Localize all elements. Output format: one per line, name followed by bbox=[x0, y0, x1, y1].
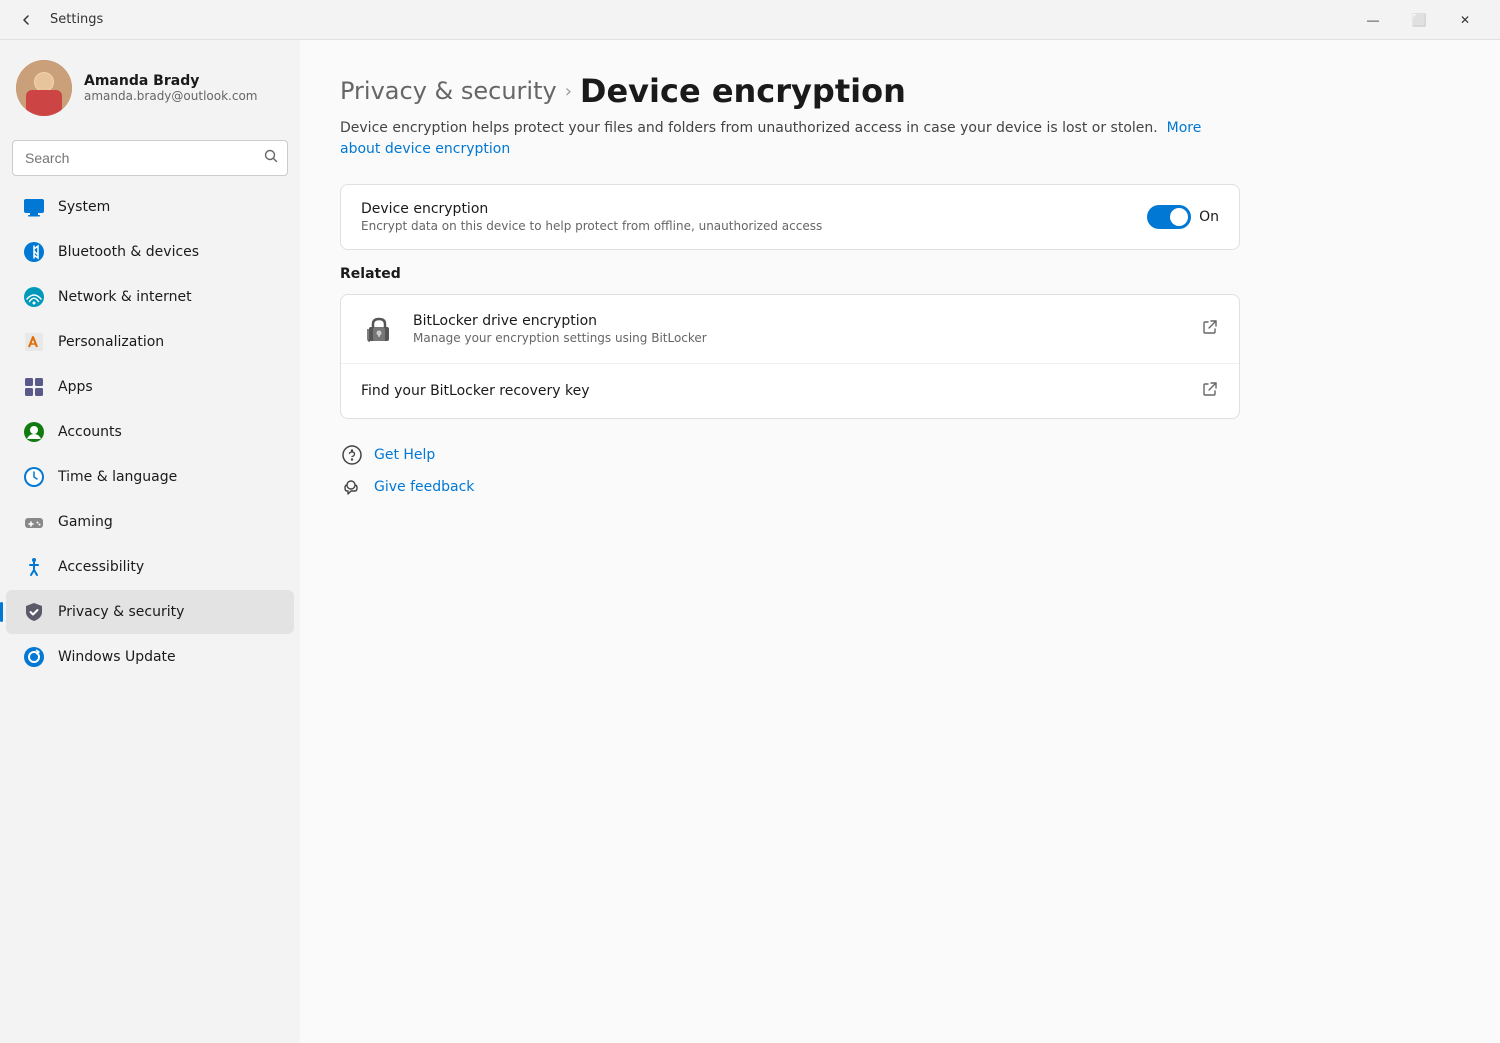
sidebar-item-accessibility[interactable]: Accessibility bbox=[6, 545, 294, 589]
bitlocker-external-icon bbox=[1201, 318, 1219, 340]
help-links: Get Help Give feedback bbox=[340, 443, 1460, 499]
setting-title: Device encryption bbox=[361, 201, 1147, 217]
app-title: Settings bbox=[50, 12, 1340, 27]
related-card: BitLocker drive encryption Manage your e… bbox=[340, 294, 1240, 419]
get-help-link[interactable]: Get Help bbox=[340, 443, 1460, 467]
sidebar-item-label: Time & language bbox=[58, 469, 177, 485]
sidebar-item-label: Personalization bbox=[58, 334, 164, 350]
breadcrumb: Privacy & security › Device encryption bbox=[340, 72, 1460, 110]
content-area: Privacy & security › Device encryption D… bbox=[300, 40, 1500, 1043]
sidebar-nav: System Bluetooth & devices bbox=[0, 184, 300, 680]
restore-button[interactable]: ⬜ bbox=[1396, 4, 1442, 36]
main-setting-card: Device encryption Encrypt data on this d… bbox=[340, 184, 1240, 250]
network-icon bbox=[22, 285, 46, 309]
avatar-image bbox=[16, 60, 72, 116]
search-box bbox=[12, 140, 288, 176]
minimize-button[interactable]: — bbox=[1350, 4, 1396, 36]
setting-description: Encrypt data on this device to help prot… bbox=[361, 219, 1147, 233]
accounts-icon bbox=[22, 420, 46, 444]
main-layout: Amanda Brady amanda.brady@outlook.com bbox=[0, 40, 1500, 1043]
avatar bbox=[16, 60, 72, 116]
page-description: Device encryption helps protect your fil… bbox=[340, 118, 1210, 160]
sidebar-item-label: Gaming bbox=[58, 514, 113, 530]
sidebar-item-update[interactable]: Windows Update bbox=[6, 635, 294, 679]
sidebar-item-gaming[interactable]: Gaming bbox=[6, 500, 294, 544]
sidebar-item-system[interactable]: System bbox=[6, 185, 294, 229]
sidebar-item-privacy[interactable]: Privacy & security bbox=[6, 590, 294, 634]
related-section-title: Related bbox=[340, 266, 1460, 282]
window-controls: — ⬜ ✕ bbox=[1350, 4, 1488, 36]
sidebar-item-label: Accessibility bbox=[58, 559, 144, 575]
bitlocker-icon bbox=[361, 311, 397, 347]
accessibility-icon bbox=[22, 555, 46, 579]
bitlocker-desc: Manage your encryption settings using Bi… bbox=[413, 331, 1201, 345]
close-button[interactable]: ✕ bbox=[1442, 4, 1488, 36]
recovery-key-row[interactable]: Find your BitLocker recovery key bbox=[341, 364, 1239, 418]
time-icon bbox=[22, 465, 46, 489]
sidebar-item-personalization[interactable]: Personalization bbox=[6, 320, 294, 364]
sidebar-item-network[interactable]: Network & internet bbox=[6, 275, 294, 319]
user-name: Amanda Brady bbox=[84, 73, 257, 89]
recovery-key-text: Find your BitLocker recovery key bbox=[361, 383, 1201, 399]
sidebar-item-accounts[interactable]: Accounts bbox=[6, 410, 294, 454]
breadcrumb-separator: › bbox=[565, 81, 572, 102]
setting-text: Device encryption Encrypt data on this d… bbox=[361, 201, 1147, 233]
back-button[interactable] bbox=[12, 6, 40, 34]
sidebar-item-label: Apps bbox=[58, 379, 93, 395]
give-feedback-label: Give feedback bbox=[374, 479, 474, 495]
system-icon bbox=[22, 195, 46, 219]
personalization-icon bbox=[22, 330, 46, 354]
bluetooth-icon bbox=[22, 240, 46, 264]
user-profile[interactable]: Amanda Brady amanda.brady@outlook.com bbox=[0, 40, 300, 136]
sidebar-item-label: Privacy & security bbox=[58, 604, 184, 620]
sidebar-item-label: Accounts bbox=[58, 424, 122, 440]
device-encryption-row: Device encryption Encrypt data on this d… bbox=[341, 185, 1239, 249]
titlebar: Settings — ⬜ ✕ bbox=[0, 0, 1500, 40]
recovery-key-external-icon bbox=[1201, 380, 1219, 402]
sidebar-item-apps[interactable]: Apps bbox=[6, 365, 294, 409]
toggle-label: On bbox=[1199, 209, 1219, 225]
search-input[interactable] bbox=[12, 140, 288, 176]
user-info: Amanda Brady amanda.brady@outlook.com bbox=[84, 73, 257, 103]
sidebar-item-label: System bbox=[58, 199, 110, 215]
encryption-toggle[interactable] bbox=[1147, 205, 1191, 229]
give-feedback-icon bbox=[340, 475, 364, 499]
sidebar: Amanda Brady amanda.brady@outlook.com bbox=[0, 40, 300, 1043]
bitlocker-title: BitLocker drive encryption bbox=[413, 313, 1201, 329]
privacy-icon bbox=[22, 600, 46, 624]
give-feedback-link[interactable]: Give feedback bbox=[340, 475, 1460, 499]
toggle-control: On bbox=[1147, 205, 1219, 229]
sidebar-item-label: Windows Update bbox=[58, 649, 176, 665]
bitlocker-text: BitLocker drive encryption Manage your e… bbox=[413, 313, 1201, 345]
sidebar-item-time[interactable]: Time & language bbox=[6, 455, 294, 499]
get-help-label: Get Help bbox=[374, 447, 435, 463]
update-icon bbox=[22, 645, 46, 669]
page-title: Device encryption bbox=[580, 72, 906, 110]
sidebar-item-label: Bluetooth & devices bbox=[58, 244, 199, 260]
gaming-icon bbox=[22, 510, 46, 534]
sidebar-item-bluetooth[interactable]: Bluetooth & devices bbox=[6, 230, 294, 274]
bitlocker-row[interactable]: BitLocker drive encryption Manage your e… bbox=[341, 295, 1239, 364]
recovery-key-title: Find your BitLocker recovery key bbox=[361, 383, 1201, 399]
sidebar-item-label: Network & internet bbox=[58, 289, 192, 305]
apps-icon bbox=[22, 375, 46, 399]
user-email: amanda.brady@outlook.com bbox=[84, 89, 257, 103]
breadcrumb-parent[interactable]: Privacy & security bbox=[340, 77, 557, 105]
get-help-icon bbox=[340, 443, 364, 467]
